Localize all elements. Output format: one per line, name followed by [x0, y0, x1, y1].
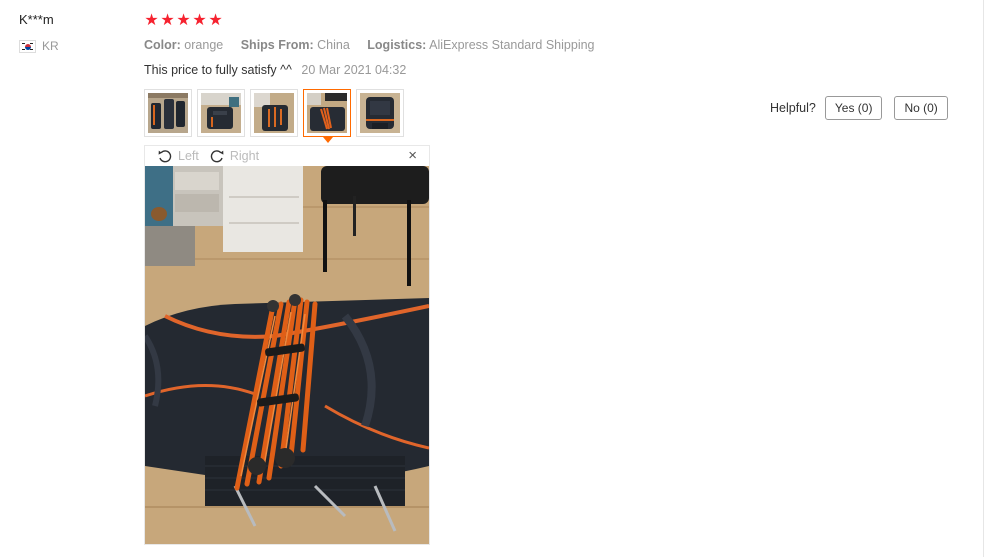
rotate-right-label: Right — [229, 149, 260, 163]
star-icon: ★ — [208, 12, 223, 29]
review-item: K***m KR ★ ★ ★ ★ ★ Color: orange Ships F… — [0, 0, 984, 557]
product-meta: Color: orange Ships From: China Logistic… — [144, 38, 609, 52]
country-code: KR — [42, 39, 59, 53]
helpful-label: Helpful? — [770, 101, 816, 115]
color-value: orange — [184, 38, 224, 52]
rotate-left-icon — [158, 150, 172, 163]
helpful-yes-button[interactable]: Yes (0) — [824, 96, 883, 120]
thumbnail-image — [148, 93, 188, 133]
ships-from-label: Ships From: — [240, 38, 314, 52]
logistics-label: Logistics: — [367, 38, 427, 52]
star-icon: ★ — [176, 12, 191, 29]
close-icon[interactable]: × — [408, 148, 417, 164]
helpful-no-button[interactable]: No (0) — [894, 96, 948, 120]
rotate-right-button[interactable]: Right — [209, 149, 259, 163]
photo-thumbnail[interactable] — [356, 89, 404, 137]
thumbnail-image — [360, 93, 400, 133]
ships-from-value: China — [317, 38, 350, 52]
reviewer-name: K***m — [19, 12, 54, 27]
rotate-right-icon — [210, 150, 224, 163]
color-label: Color: — [144, 38, 181, 52]
star-icon: ★ — [144, 12, 159, 29]
review-content: This price to fully satisfy ^^ 20 Mar 20… — [144, 63, 406, 77]
enlarged-review-photo — [145, 166, 429, 544]
photo-thumbnail-active[interactable] — [303, 89, 351, 143]
reviewer-country: KR — [19, 39, 59, 53]
review-photo-thumbnails — [144, 89, 404, 143]
thumbnail-image — [254, 93, 294, 133]
photo-thumbnail[interactable] — [197, 89, 245, 137]
thumbnail-image — [307, 93, 347, 133]
photo-thumbnail[interactable] — [144, 89, 192, 137]
thumbnail-image — [201, 93, 241, 133]
review-date: 20 Mar 2021 04:32 — [301, 63, 407, 77]
rotate-left-label: Left — [178, 149, 199, 163]
south-korea-flag-icon — [19, 39, 36, 53]
review-text: This price to fully satisfy ^^ — [144, 63, 292, 77]
rotate-left-button[interactable]: Left — [157, 149, 199, 163]
logistics-value: AliExpress Standard Shipping — [429, 38, 595, 52]
star-icon: ★ — [160, 12, 175, 29]
viewer-toolbar: Left Right × — [145, 146, 429, 166]
photo-thumbnail[interactable] — [250, 89, 298, 137]
color-info: Color: orange — [144, 38, 223, 52]
helpful-vote: Helpful? Yes (0) No (0) — [770, 96, 948, 120]
ships-from-info: Ships From: China — [241, 38, 350, 52]
star-icon: ★ — [192, 12, 207, 29]
star-rating: ★ ★ ★ ★ ★ — [144, 11, 223, 31]
photo-viewer: Left Right × — [144, 145, 430, 545]
logistics-info: Logistics: AliExpress Standard Shipping — [367, 38, 594, 52]
